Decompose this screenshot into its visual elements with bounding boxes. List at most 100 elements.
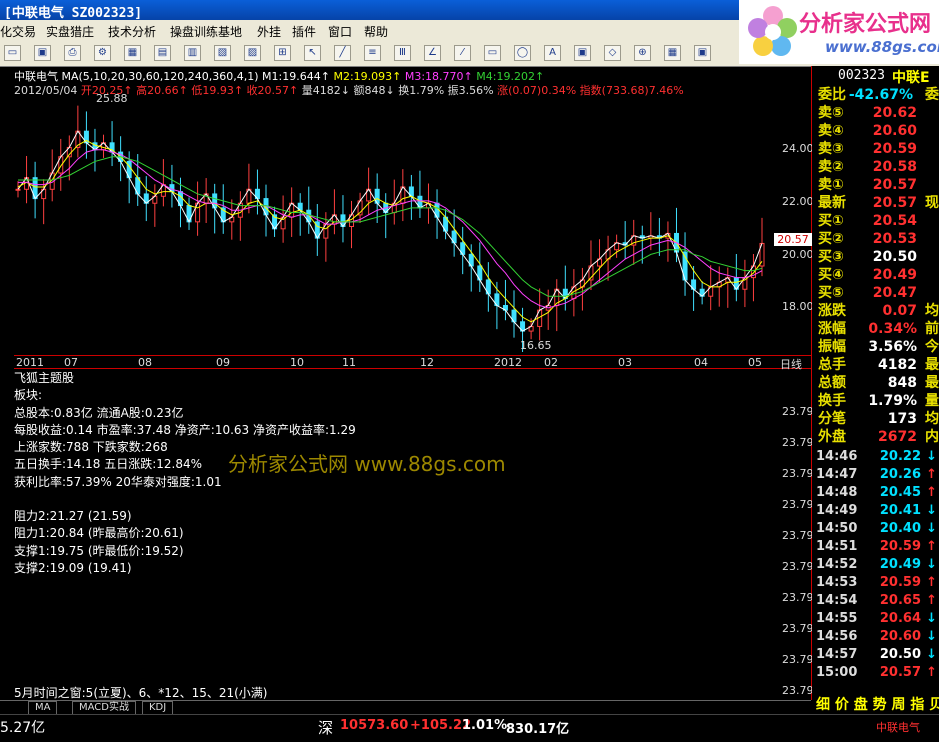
quote-label: 买①: [818, 213, 844, 229]
tick-time: 14:46: [816, 449, 858, 464]
tick-time: 14:49: [816, 503, 858, 518]
toolbar-button[interactable]: ╱: [334, 45, 351, 61]
last-price-tag: 20.57: [774, 233, 812, 246]
logo-text: 分析家公式网: [799, 12, 932, 37]
toolbar-button[interactable]: ▨: [244, 45, 261, 61]
menu-trading[interactable]: 化交易: [0, 23, 36, 40]
tab-macd[interactable]: MACD实战: [72, 701, 136, 715]
quote-value: 20.50: [872, 249, 917, 265]
status-index: 10573.60: [340, 718, 409, 733]
waipan-label: 外盘: [818, 429, 846, 445]
tick-arrow: ↓: [926, 647, 937, 662]
menu-real-hunt[interactable]: 实盘猎庄: [46, 23, 94, 40]
tick-price: 20.57: [879, 665, 921, 680]
tick-time: 14:56: [816, 629, 858, 644]
toolbar-button[interactable]: ▥: [184, 45, 201, 61]
divider: [14, 368, 811, 369]
indicator-y-tick: 23.79: [782, 436, 814, 449]
weibi-label: 委比: [818, 87, 846, 103]
menu-training[interactable]: 操盘训练基地: [170, 23, 242, 40]
tick-row: 14:46 20.22 ↓: [816, 448, 939, 466]
quote-row: 买② 20.53: [818, 230, 939, 248]
panel-tabs[interactable]: 细 价 盘 势 周 指 贝: [816, 694, 939, 714]
quote-label: 卖⑤: [818, 105, 844, 121]
toolbar-button[interactable]: ▦: [124, 45, 141, 61]
tick-price: 20.65: [879, 593, 921, 608]
toolbar-button[interactable]: Ⅲ: [394, 45, 411, 61]
toolbar-button[interactable]: ▣: [34, 45, 51, 61]
quote-value: 20.60: [872, 123, 917, 139]
logo-url: www.88gs.com: [825, 38, 939, 56]
tick-arrow: ↓: [926, 629, 937, 644]
quote-suffix: 今: [925, 339, 939, 355]
tick-arrow: ↑: [926, 593, 937, 608]
quote-label: 买②: [818, 231, 844, 247]
toolbar-button[interactable]: ⎙: [64, 45, 81, 61]
tick-time: 14:50: [816, 521, 858, 536]
tick-price: 20.50: [879, 647, 921, 662]
last-value: 20.57: [872, 195, 917, 211]
toolbar-button[interactable]: ▣: [574, 45, 591, 61]
tick-price: 20.49: [879, 557, 921, 572]
tick-price: 20.41: [879, 503, 921, 518]
indicator-y-tick: 23.79: [782, 684, 814, 697]
date-tick: 04: [694, 356, 708, 369]
quote-row: 分笔 173 均: [818, 410, 939, 428]
quote-row: 总额 848 最: [818, 374, 939, 392]
price-tick: 24.00: [782, 142, 814, 155]
quote-code: 002323: [838, 68, 885, 83]
menu-plugin[interactable]: 插件: [292, 23, 316, 40]
toolbar-button[interactable]: ▭: [4, 45, 21, 61]
menu-help[interactable]: 帮助: [364, 23, 388, 40]
status-pct: 1.01%: [462, 718, 508, 733]
quote-value: 0.07: [882, 303, 917, 319]
toolbar-button[interactable]: ▧: [214, 45, 231, 61]
toolbar-button[interactable]: ≡: [364, 45, 381, 61]
info-line: 总股本:0.83亿 流通A股:0.23亿: [14, 405, 184, 420]
tick-time: 15:00: [816, 665, 858, 680]
toolbar-button[interactable]: ↖: [304, 45, 321, 61]
indicator-y-tick: 23.79: [782, 498, 814, 511]
tick-arrow: ↑: [926, 539, 937, 554]
menu-tech-analysis[interactable]: 技术分析: [108, 23, 156, 40]
menu-addon[interactable]: 外挂: [257, 23, 281, 40]
tick-row: 14:56 20.60 ↓: [816, 628, 939, 646]
toolbar-button[interactable]: ◇: [604, 45, 621, 61]
toolbar-button[interactable]: ⁄: [454, 45, 471, 61]
toolbar-button[interactable]: ▤: [154, 45, 171, 61]
toolbar-button[interactable]: ◯: [514, 45, 531, 61]
toolbar-button[interactable]: ▦: [664, 45, 681, 61]
resistance-2: 阻力2:21.27 (21.59): [14, 509, 132, 524]
waipan-value: 2672: [878, 429, 917, 445]
quote-row: 振幅 3.56% 今: [818, 338, 939, 356]
toolbar-button[interactable]: ⊕: [634, 45, 651, 61]
weibi-suffix: 委: [925, 87, 939, 103]
indicator-y-tick: 23.79: [782, 622, 814, 635]
toolbar-button[interactable]: ⊞: [274, 45, 291, 61]
toolbar-button[interactable]: ∠: [424, 45, 441, 61]
toolbar-button[interactable]: ⚙: [94, 45, 111, 61]
quote-label: 总手: [818, 357, 846, 373]
tab-ma[interactable]: MA: [28, 701, 58, 715]
date-tick: 日线: [780, 358, 802, 371]
support-2: 支撑2:19.09 (19.41): [14, 560, 132, 575]
toolbar-button[interactable]: ▭: [484, 45, 501, 61]
info-title: 飞狐主题股: [14, 371, 75, 385]
quote-row: 卖④ 20.60: [818, 122, 939, 140]
quote-row: 卖③ 20.59: [818, 140, 939, 158]
quote-value: 3.56%: [868, 339, 917, 355]
flower-logo-icon: [748, 6, 797, 56]
quote-suffix: 均: [925, 303, 939, 319]
price-chart[interactable]: [14, 94, 770, 352]
quote-value: 4182: [878, 357, 917, 373]
quote-suffix: 最: [925, 357, 939, 373]
toolbar-button[interactable]: ▣: [694, 45, 711, 61]
indicator-tabs: MA MACD实战 KDJ: [0, 700, 811, 715]
menu-window[interactable]: 窗口: [328, 23, 352, 40]
tick-arrow: ↓: [926, 521, 937, 536]
quote-label: 卖④: [818, 123, 844, 139]
quote-label: 买③: [818, 249, 844, 265]
toolbar-button[interactable]: A: [544, 45, 561, 61]
tab-kdj[interactable]: KDJ: [142, 701, 174, 715]
tick-row: 14:48 20.45 ↑: [816, 484, 939, 502]
